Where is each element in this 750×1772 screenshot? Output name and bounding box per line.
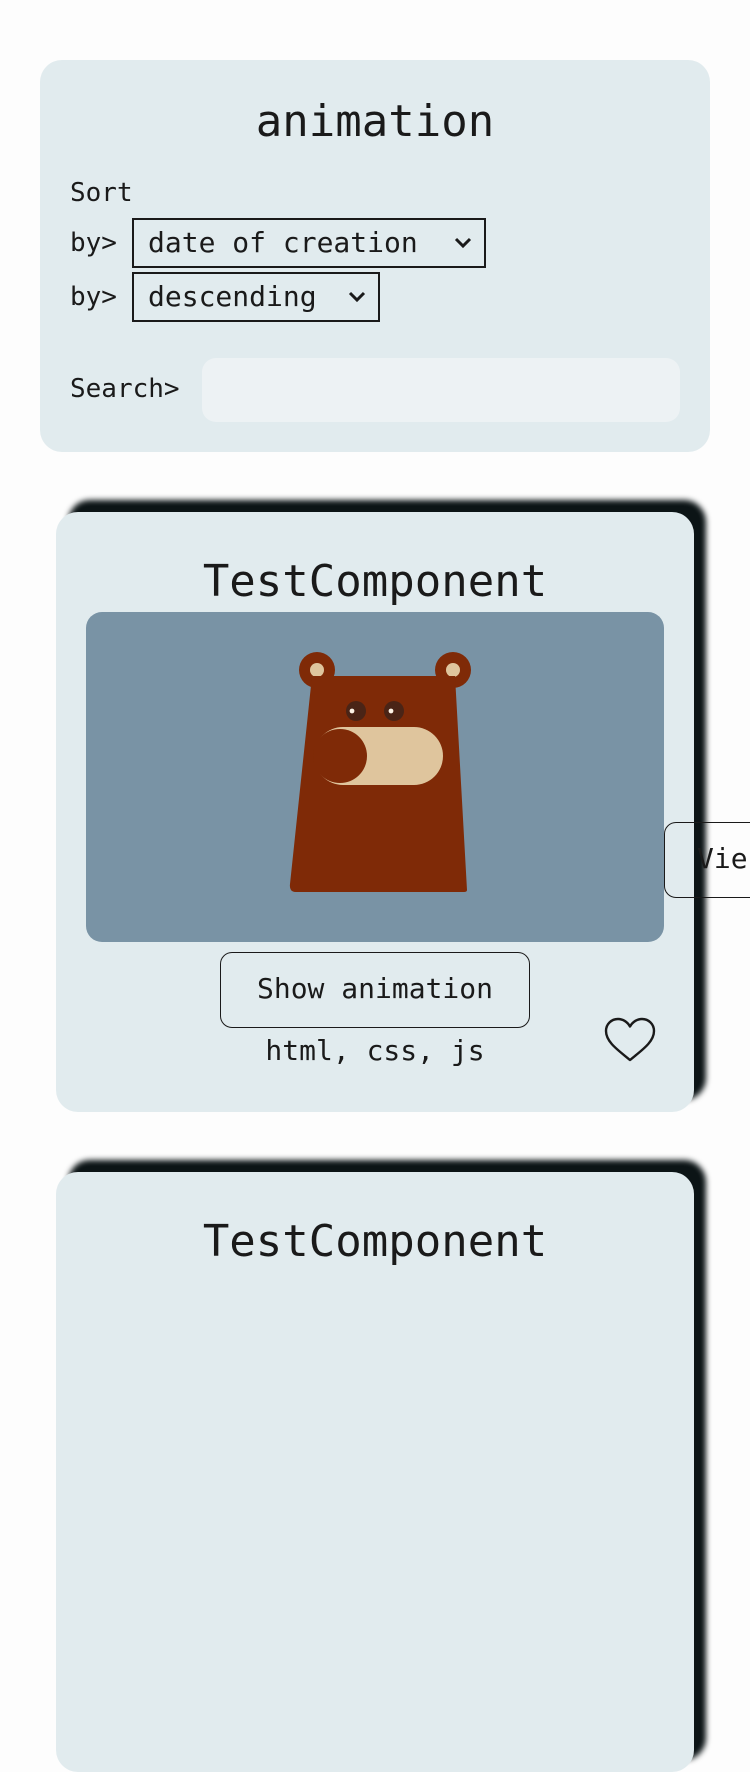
animation-preview — [86, 612, 664, 942]
sort-label: Sort — [70, 178, 133, 208]
sort-order-select[interactable]: descending — [132, 272, 380, 322]
card-title: TestComponent — [202, 1216, 548, 1267]
search-label: Search> — [70, 374, 180, 404]
sort-order-value: descending — [148, 280, 317, 313]
search-input[interactable] — [202, 358, 680, 422]
heart-icon[interactable] — [602, 1016, 658, 1066]
chevron-down-icon — [348, 274, 366, 320]
sort-field-label: by> — [70, 228, 117, 258]
bear-toggle-illustration — [289, 652, 471, 892]
filter-panel: animation Sort by> date of creation by> … — [40, 60, 710, 452]
component-card: TestComponent — [56, 1172, 694, 1772]
tech-tags: html, css, js — [265, 1034, 485, 1067]
chevron-down-icon — [454, 220, 472, 266]
sort-field-select[interactable]: date of creation — [132, 218, 486, 268]
view-button[interactable]: Vie — [664, 822, 750, 898]
show-animation-button[interactable]: Show animation — [220, 952, 530, 1028]
sort-field-value: date of creation — [148, 226, 418, 259]
component-card: TestComponent Show animation html, css, … — [56, 512, 750, 1112]
sort-order-label: by> — [70, 282, 117, 312]
card-title: TestComponent — [202, 556, 548, 607]
page-title: animation — [255, 96, 495, 147]
